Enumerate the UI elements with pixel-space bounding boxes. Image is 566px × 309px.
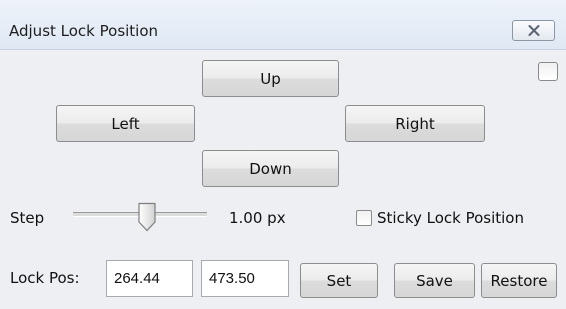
right-button-label: Right [395,114,435,133]
step-value-text: 1.00 px [229,209,286,227]
lock-pos-label: Lock Pos: [10,269,80,287]
lock-pos-y-input[interactable] [201,260,289,297]
up-button[interactable]: Up [202,60,339,97]
close-button[interactable] [512,20,555,41]
down-button[interactable]: Down [202,150,339,187]
right-button[interactable]: Right [345,105,485,142]
step-slider-thumb[interactable] [137,202,157,232]
restore-button-label: Restore [490,271,548,290]
up-button-label: Up [260,69,281,88]
left-button-label: Left [111,114,140,133]
down-button-label: Down [249,159,292,178]
left-button[interactable]: Left [56,105,195,142]
title-bar: Adjust Lock Position [0,0,566,50]
close-x-icon [528,25,539,36]
set-button[interactable]: Set [300,263,378,298]
corner-checkbox[interactable] [538,62,558,81]
restore-button[interactable]: Restore [481,263,557,298]
save-button[interactable]: Save [394,263,475,298]
sticky-lock-checkbox[interactable] [356,210,372,226]
window-title: Adjust Lock Position [9,22,159,40]
save-button-label: Save [416,271,453,290]
lock-pos-x-input[interactable] [106,260,193,297]
set-button-label: Set [326,271,352,290]
sticky-lock-label: Sticky Lock Position [377,209,524,227]
step-label: Step [10,209,45,227]
